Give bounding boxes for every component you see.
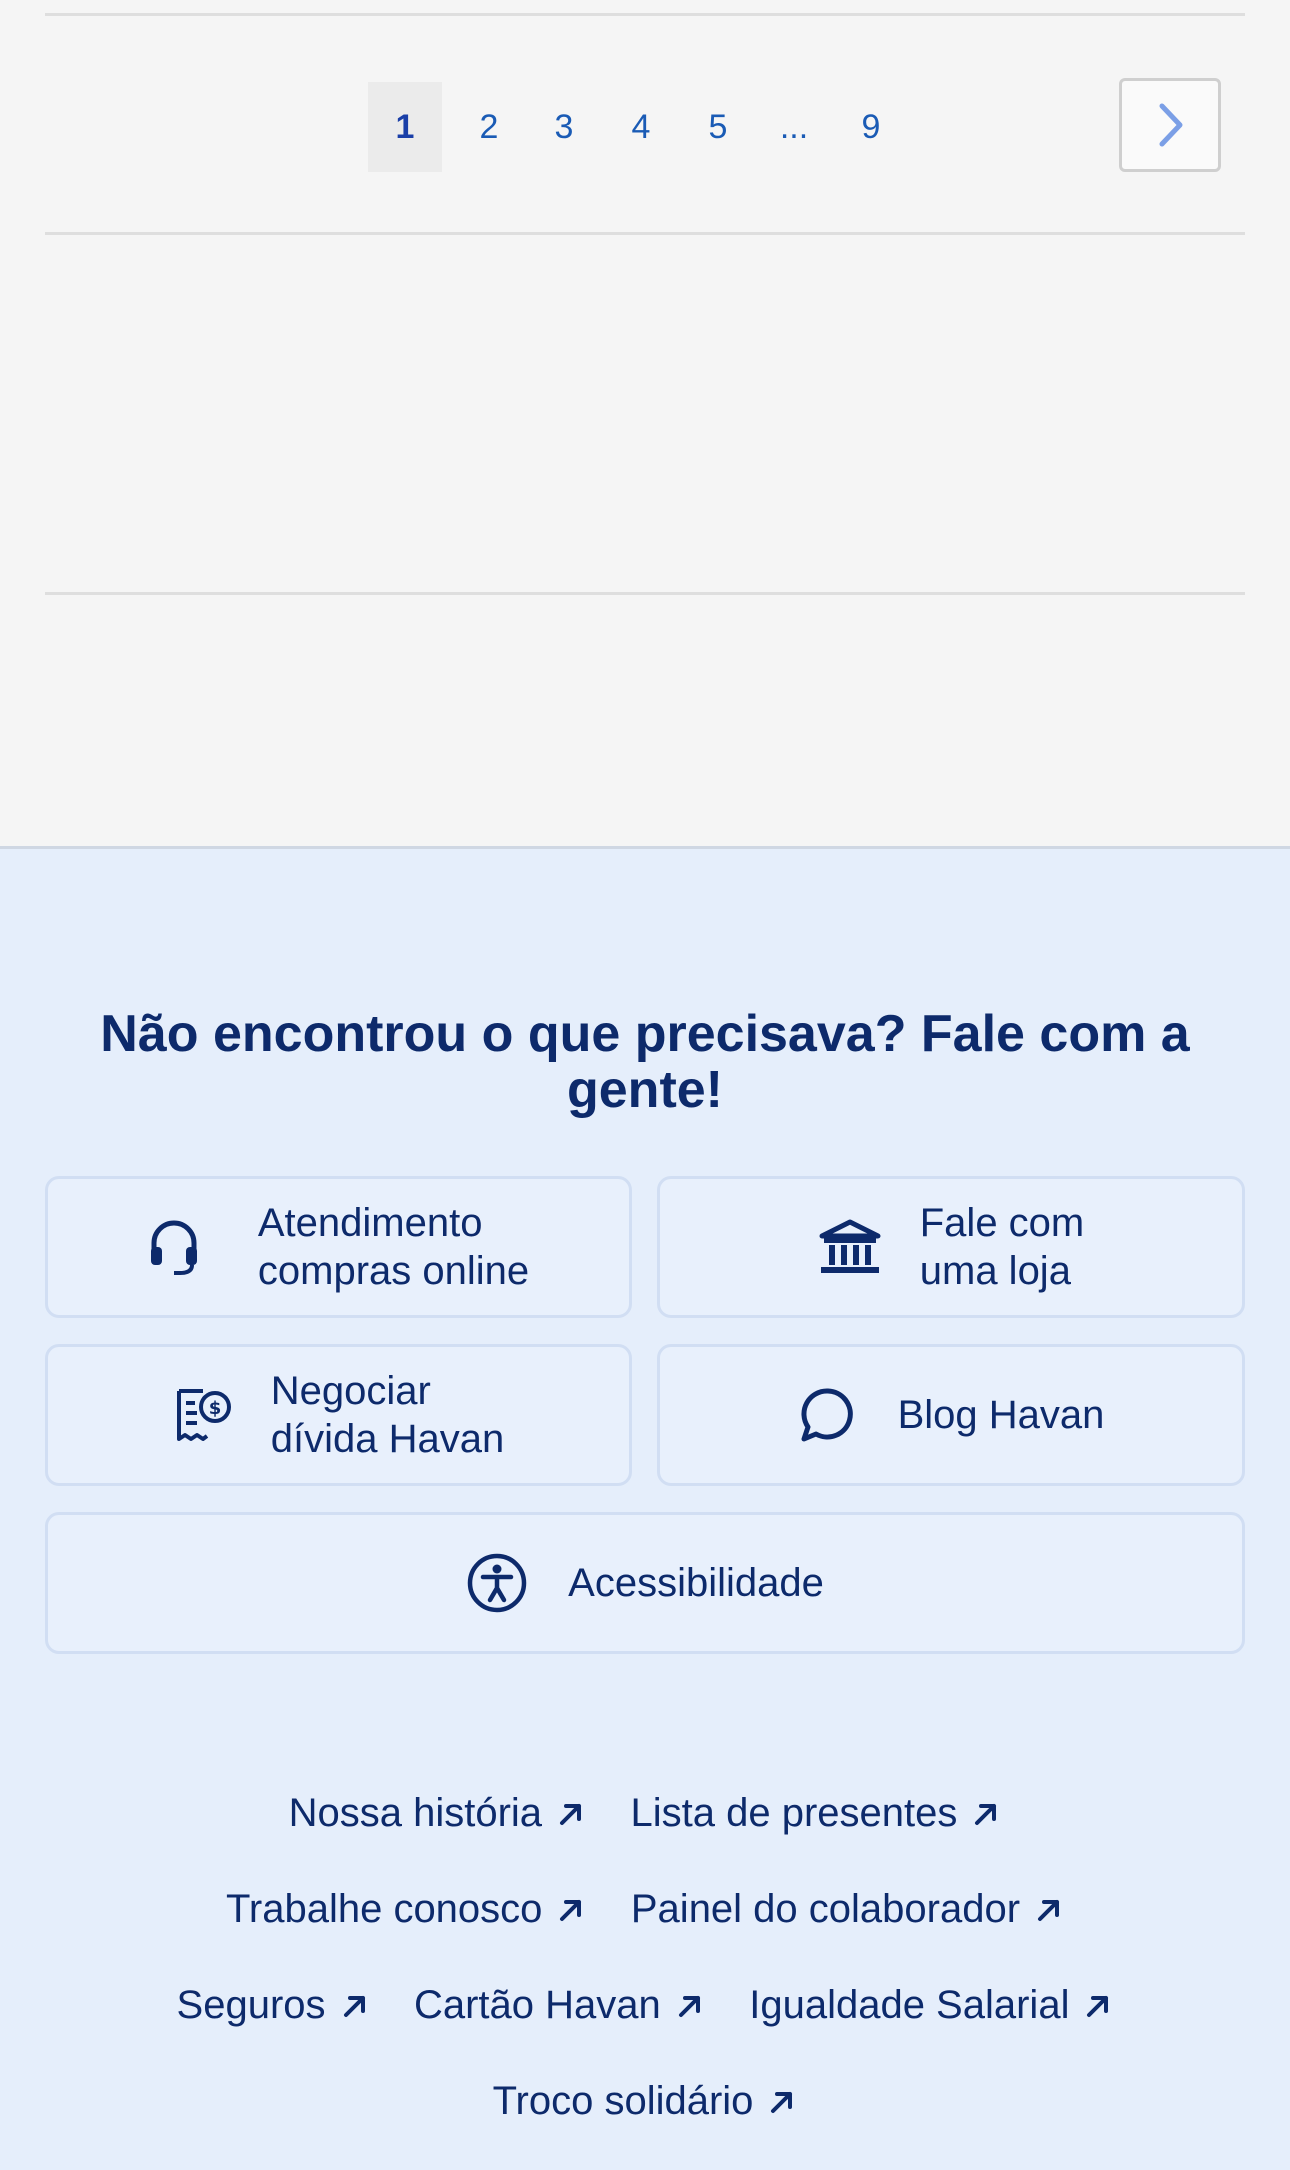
page-4[interactable]: 4 bbox=[604, 82, 678, 172]
accessibility-card[interactable]: Acessibilidade bbox=[45, 1512, 1245, 1654]
store-icon bbox=[818, 1218, 882, 1276]
divider bbox=[45, 13, 1245, 16]
page-3[interactable]: 3 bbox=[527, 82, 601, 172]
arrow-up-right-icon bbox=[975, 1803, 997, 1825]
link-nossa-historia[interactable]: Nossa história bbox=[289, 1791, 586, 1836]
footer-links-row: Trabalhe conosco Painel do colaborador bbox=[0, 1887, 1290, 1932]
page-5[interactable]: 5 bbox=[681, 82, 755, 172]
svg-text:$: $ bbox=[208, 1398, 221, 1419]
help-footer: Não encontrou o que precisava? Fale com … bbox=[0, 846, 1290, 2170]
link-igualdade-salarial[interactable]: Igualdade Salarial bbox=[749, 1983, 1113, 2028]
arrow-up-right-icon bbox=[560, 1899, 582, 1921]
receipt-dollar-icon: $ bbox=[173, 1385, 233, 1445]
results-section: 1 2 3 4 5 ... 9 bbox=[0, 0, 1290, 846]
link-seguros[interactable]: Seguros bbox=[177, 1983, 370, 2028]
chat-bubble-icon bbox=[798, 1385, 858, 1445]
blog-card-label: Blog Havan bbox=[897, 1393, 1105, 1437]
link-troco-solidario[interactable]: Troco solidário bbox=[493, 2079, 798, 2124]
debt-card[interactable]: $ Negociar dívida Havan bbox=[45, 1344, 632, 1486]
headset-icon bbox=[148, 1217, 200, 1277]
divider bbox=[45, 232, 1245, 235]
page-1[interactable]: 1 bbox=[368, 82, 442, 172]
footer-links-row: Troco solidário bbox=[0, 2079, 1290, 2124]
arrow-up-right-icon bbox=[343, 1995, 365, 2017]
debt-card-label: Negociar dívida Havan bbox=[270, 1369, 505, 1461]
accessibility-icon bbox=[466, 1552, 528, 1614]
page-9[interactable]: 9 bbox=[834, 82, 908, 172]
page-2[interactable]: 2 bbox=[452, 82, 526, 172]
arrow-up-right-icon bbox=[1038, 1899, 1060, 1921]
arrow-up-right-icon bbox=[560, 1803, 582, 1825]
store-card[interactable]: Fale com uma loja bbox=[657, 1176, 1245, 1318]
support-card-label: Atendimento compras online bbox=[257, 1201, 530, 1293]
footer-links-row: Seguros Cartão Havan Igualdade Salarial bbox=[0, 1983, 1290, 2028]
link-lista-de-presentes[interactable]: Lista de presentes bbox=[631, 1791, 1002, 1836]
divider bbox=[45, 592, 1245, 595]
accessibility-card-label: Acessibilidade bbox=[568, 1561, 824, 1605]
help-title: Não encontrou o que precisava? Fale com … bbox=[100, 1005, 1190, 1119]
support-card[interactable]: Atendimento compras online bbox=[45, 1176, 632, 1318]
link-painel-do-colaborador[interactable]: Painel do colaborador bbox=[631, 1887, 1064, 1932]
arrow-up-right-icon bbox=[1087, 1995, 1109, 2017]
store-card-label: Fale com uma loja bbox=[919, 1201, 1085, 1293]
blog-card[interactable]: Blog Havan bbox=[657, 1344, 1245, 1486]
link-trabalhe-conosco[interactable]: Trabalhe conosco bbox=[226, 1887, 586, 1932]
arrow-up-right-icon bbox=[678, 1995, 700, 2017]
page-ellipsis: ... bbox=[779, 107, 809, 146]
arrow-up-right-icon bbox=[771, 2091, 793, 2113]
footer-links-row: Nossa história Lista de presentes bbox=[0, 1791, 1290, 1836]
chevron-right-icon bbox=[1159, 103, 1183, 147]
next-page-button[interactable] bbox=[1119, 78, 1221, 172]
pagination: 1 2 3 4 5 ... 9 bbox=[0, 78, 1290, 172]
link-cartao-havan[interactable]: Cartão Havan bbox=[414, 1983, 705, 2028]
